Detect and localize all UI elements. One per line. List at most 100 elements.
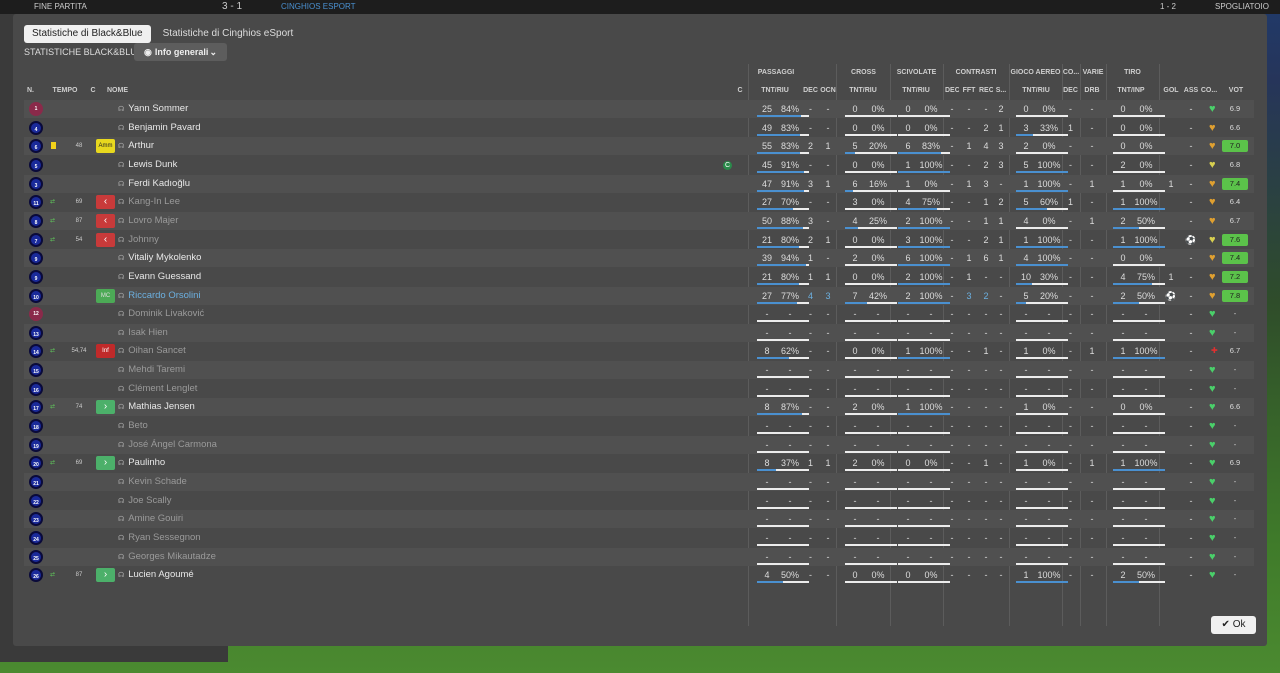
table-row[interactable]: 5 ☊ Lewis Dunk C 45 91% - -0 0% 1 100% - -2 3 5 100% - -2…: [24, 156, 1254, 174]
player-event-badge: Inf: [96, 344, 115, 359]
tackle-rec: -: [984, 495, 988, 506]
tackles-bar-fill: [898, 282, 950, 285]
tackle-dec: -: [950, 197, 954, 208]
tackles-bar: [898, 506, 950, 509]
player-name[interactable]: ☊ Amine Gouiri: [118, 510, 183, 529]
column-header-ass[interactable]: ASS: [1183, 87, 1199, 94]
column-header-sciv[interactable]: TNT/RIU: [898, 87, 934, 94]
player-name[interactable]: ☊ Mehdi Taremi: [118, 361, 185, 380]
player-name[interactable]: ☊ Joe Scally: [118, 492, 172, 511]
tackles-bar-fill: [898, 301, 950, 304]
player-name[interactable]: ☊ Mathias Jensen: [118, 398, 195, 417]
player-name[interactable]: ☊ Lovro Majer: [118, 212, 178, 231]
player-name[interactable]: ☊ José Ángel Carmona: [118, 436, 217, 455]
player-name[interactable]: ☊ Paulinho: [118, 454, 165, 473]
passes-bar-fill: [757, 413, 803, 416]
column-header-drb[interactable]: DRB: [1083, 87, 1101, 94]
column-header-ocn[interactable]: OCN: [820, 87, 836, 94]
column-header-s[interactable]: S...: [995, 87, 1007, 94]
condition-heart-icon: ♥: [1209, 550, 1216, 563]
table-row[interactable]: 7 ⇄ 54 ‹ ☊ Johnny 21 80% 2 1 0 0% 3 100% - -2 1 1 100% - -1 1…: [24, 231, 1254, 249]
table-row[interactable]: 26 ⇄ 87 › ☊ Lucien Agoumé 4 50% - -0 0% 0 0% - - - -1 100…: [24, 566, 1254, 584]
table-row[interactable]: 8 ⇄ 87 ‹ ☊ Lovro Majer 50 88% 3-4 25% 2 100% - -1 1 4 0%…: [24, 211, 1254, 231]
column-header-adec[interactable]: DEC: [1063, 87, 1078, 94]
player-name[interactable]: ☊ Arthur: [118, 137, 154, 156]
player-name-text: Kang-In Lee: [128, 196, 180, 208]
player-name[interactable]: ☊ Beto: [118, 417, 148, 436]
table-row[interactable]: 13 ☊ Isak Hien - - - - - - - - - - - - - - - - - - - ♥ -: [24, 323, 1254, 343]
player-name[interactable]: ☊ Georges Mikautadze: [118, 548, 216, 567]
player-name[interactable]: ☊ Evann Guessand: [118, 268, 201, 287]
shots-bar: [1113, 226, 1165, 229]
cross-bar-rest: [845, 357, 897, 360]
player-name[interactable]: ☊ Clément Lenglet: [118, 380, 197, 399]
player-name[interactable]: ☊ Vitaliy Mykolenko: [118, 249, 201, 268]
column-header-n[interactable]: N.: [27, 87, 37, 94]
ok-button[interactable]: ✔ Ok: [1211, 616, 1256, 634]
tackle-s: -: [999, 383, 1003, 394]
player-name[interactable]: ☊ Ferdi Kadıoğlu: [118, 175, 190, 194]
player-name[interactable]: ☊ Ryan Sessegnon: [118, 529, 201, 548]
tackles-bar: [898, 301, 950, 304]
table-row[interactable]: 21 ☊ Kevin Schade - - - - - - - - - - - - - - - - - - - ♥ -: [24, 473, 1254, 491]
table-row[interactable]: 16 ☊ Clément Lenglet - - - - - - - - - - - - - - - - - - - ♥ -: [24, 380, 1254, 398]
table-row[interactable]: 15 ☊ Mehdi Taremi - - - - - - - - - - - - - - - - - - - ♥ -: [24, 361, 1254, 380]
tackles-bar: [898, 226, 950, 229]
table-row[interactable]: 9 ☊ Vitaliy Mykolenko 39 94% 1-2 0% 6 100% -1 6 1 4 1…: [24, 249, 1254, 268]
table-row[interactable]: 24 ☊ Ryan Sessegnon - - - - - - - - - - - - - - - - - - - ♥ -: [24, 529, 1254, 547]
pass-ocn: -: [826, 104, 830, 114]
table-row[interactable]: 14 ⇄ 54,74 Inf ☊ Oihan Sancet 8 62% - -0 0% 1 100% - -…: [24, 342, 1254, 360]
player-name[interactable]: ☊ Lewis Dunk: [118, 156, 177, 175]
player-name[interactable]: ☊ Lucien Agoumé: [118, 566, 194, 585]
table-row[interactable]: 25 ☊ Georges Mikautadze - - - - - - - - - - - - - - - - - - -…: [24, 547, 1254, 567]
column-header-pass[interactable]: TNT/RIU: [757, 87, 793, 94]
table-row[interactable]: 18 ☊ Beto - - - - - - - - - - - - - - - - - - - ♥ -: [24, 417, 1254, 435]
table-row[interactable]: 23 ☊ Amine Gouiri - - - - - - - - - - - - - - - - - - - ♥ -: [24, 510, 1254, 529]
shots-bar: [1113, 264, 1165, 267]
player-name[interactable]: ☊ Isak Hien: [118, 324, 168, 343]
player-name[interactable]: ☊ Dominik Livaković: [118, 305, 204, 324]
table-row[interactable]: 4 ☊ Benjamin Pavard 49 83% - -0 0% 0 0% - -2 1 3 33% 1-…: [24, 119, 1254, 137]
column-header-tempo[interactable]: TEMPO: [52, 87, 78, 94]
player-name[interactable]: ☊ Yann Sommer: [118, 100, 188, 119]
column-header-rec[interactable]: REC: [979, 87, 993, 94]
column-header-cdec[interactable]: DEC: [945, 87, 959, 94]
table-row[interactable]: 19 ☊ José Ángel Carmona - - - - - - - - - - - - - - - - - - -…: [24, 435, 1254, 455]
column-header-c2[interactable]: C: [736, 87, 744, 94]
column-header-gol[interactable]: GOL: [1162, 87, 1180, 94]
column-header-cross[interactable]: TNT/RIU: [845, 87, 881, 94]
column-header-dec[interactable]: DEC: [803, 87, 818, 94]
column-header-vot[interactable]: VOT: [1226, 87, 1246, 94]
table-row[interactable]: 20 ⇄ 69 › ☊ Paulinho 8 37% 1 1 2 0% 0 0% - -1-1 0% -1 1 100…: [24, 454, 1254, 472]
table-row[interactable]: 3 ☊ Ferdi Kadıoğlu 47 91% 3 1 6 16% 1 0% -1 3-1 100% -…: [24, 174, 1254, 194]
dressing-room-button[interactable]: SPOGLIATOIO: [1215, 2, 1269, 11]
table-row[interactable]: 1 ☊ Yann Sommer 25 84% - -0 0% 0 0% - - -2 0 0% - -0 0% - ♥…: [24, 100, 1254, 118]
table-row[interactable]: 11 ⇄ 69 ‹ ☊ Kang-In Lee 27 70% - -3 0% 4 75% - -1 2 5 60%…: [24, 193, 1254, 211]
player-name[interactable]: ☊ Oihan Sancet: [118, 342, 186, 361]
table-row[interactable]: 22 ☊ Joe Scally - - - - - - - - - - - - - - - - - - - ♥ -: [24, 492, 1254, 510]
player-name[interactable]: ☊ Riccardo Orsolini: [118, 287, 201, 306]
table-row[interactable]: 9 ☊ Evann Guessand 21 80% 1 1 0 0% 2 100% -1- -10 30%…: [24, 268, 1254, 286]
aerial-bar-rest: [1016, 525, 1068, 528]
player-name[interactable]: ☊ Johnny: [118, 231, 159, 250]
column-header-aer[interactable]: TNT/RIU: [1016, 87, 1056, 94]
column-header-co[interactable]: CO...: [1200, 87, 1218, 94]
passes-bar-rest: [757, 506, 809, 509]
shots-bar: [1113, 357, 1165, 360]
column-header-c1[interactable]: C: [88, 87, 98, 94]
table-row[interactable]: 12 ☊ Dominik Livaković - - - - - - - - - - - - - - - - - - - ♥…: [24, 305, 1254, 323]
pass-ocn: 3: [825, 290, 831, 301]
table-row[interactable]: 6 48 Amm ☊ Arthur 55 83% 2 1 5 20% 6 83% -1 4 3 2 0% - -0 0%…: [24, 137, 1254, 156]
table-row[interactable]: 17 ⇄ 74 › ☊ Mathias Jensen 8 87% - -2 0% 1 100% - - - -1…: [24, 398, 1254, 417]
player-name[interactable]: ☊ Kevin Schade: [118, 473, 187, 492]
table-row[interactable]: 10 MC ☊ Riccardo Orsolini 27 77% 4 3 7 42% 2 100% -3…: [24, 286, 1254, 306]
player-name[interactable]: ☊ Kang-In Lee: [118, 193, 180, 212]
assists: -: [1189, 458, 1193, 469]
column-header-tiro[interactable]: TNT/INP: [1113, 87, 1149, 94]
column-header-fft[interactable]: FFT: [962, 87, 976, 94]
player-name[interactable]: ☊ Benjamin Pavard: [118, 119, 201, 138]
shirt-number-badge: 15: [29, 363, 43, 378]
person-icon: ☊: [118, 348, 125, 356]
column-header-nome[interactable]: NOME: [107, 87, 137, 94]
shirt-number-badge: 12: [29, 307, 43, 322]
